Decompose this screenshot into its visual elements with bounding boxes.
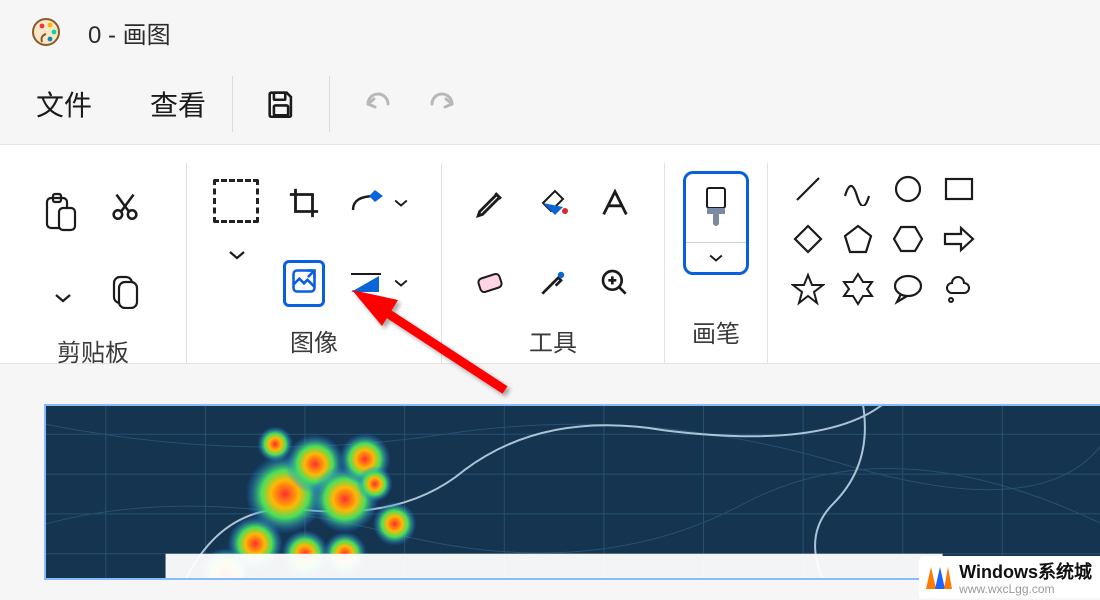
shape-hexagon[interactable] — [886, 217, 930, 261]
resize-button[interactable] — [273, 252, 335, 314]
crop-button[interactable] — [273, 172, 335, 234]
group-shapes — [768, 163, 980, 363]
text-tool[interactable] — [584, 172, 646, 234]
title-bar: 0 - 画图 — [0, 0, 1100, 64]
group-tools-label: 工具 — [529, 323, 577, 358]
shape-callout-cloud[interactable] — [936, 267, 980, 311]
brush-dropdown[interactable] — [683, 171, 749, 275]
color-picker-tool[interactable] — [522, 252, 584, 314]
shape-rect[interactable] — [936, 167, 980, 211]
undo-button[interactable] — [346, 72, 410, 136]
watermark-title: Windows系统城 — [959, 558, 1092, 584]
group-tools: 工具 — [442, 163, 665, 363]
redo-button[interactable] — [410, 72, 474, 136]
flip-dropdown[interactable] — [393, 278, 409, 288]
group-brush-label: 画笔 — [692, 314, 740, 349]
brush-chevron[interactable] — [686, 242, 746, 272]
separator — [329, 76, 330, 132]
group-image: 图像 — [187, 163, 442, 363]
shape-pentagon[interactable] — [836, 217, 880, 261]
group-brush: 画笔 — [665, 163, 768, 363]
select-rect-icon — [213, 179, 259, 223]
shape-star5[interactable] — [786, 267, 830, 311]
shape-diamond[interactable] — [786, 217, 830, 261]
ribbon: 剪贴板 — [0, 144, 1100, 364]
paint-app-icon — [30, 16, 62, 48]
shape-line[interactable] — [786, 167, 830, 211]
magnifier-tool[interactable] — [584, 252, 646, 314]
shape-star6[interactable] — [836, 267, 880, 311]
shape-right-arrow[interactable] — [936, 217, 980, 261]
watermark: Windows系统城 www.wxcLgg.com — [919, 556, 1100, 598]
menu-view[interactable]: 查看 — [140, 76, 216, 132]
group-image-label: 图像 — [290, 323, 338, 358]
watermark-logo-icon — [923, 563, 953, 591]
paste-dropdown[interactable] — [32, 282, 94, 314]
group-clipboard: 剪贴板 — [0, 163, 187, 363]
canvas-image — [46, 406, 1100, 578]
separator — [232, 76, 233, 132]
rotate-dropdown[interactable] — [393, 198, 409, 208]
canvas[interactable] — [44, 404, 1100, 580]
shapes-grid[interactable] — [786, 163, 980, 311]
eraser-tool[interactable] — [460, 252, 522, 314]
select-dropdown[interactable] — [228, 249, 246, 261]
watermark-sub: www.wxcLgg.com — [959, 582, 1092, 596]
pencil-tool[interactable] — [460, 172, 522, 234]
rotate-button[interactable] — [335, 172, 423, 234]
group-clipboard-label: 剪贴板 — [57, 333, 129, 368]
shape-oval[interactable] — [886, 167, 930, 211]
menu-bar: 文件 查看 — [0, 64, 1100, 144]
shape-callout-round[interactable] — [886, 267, 930, 311]
resize-icon — [283, 260, 325, 307]
cut-button[interactable] — [94, 175, 156, 237]
shape-curve[interactable] — [836, 167, 880, 211]
select-tool[interactable] — [205, 163, 267, 261]
menu-file[interactable]: 文件 — [26, 76, 102, 132]
fill-tool[interactable] — [522, 172, 584, 234]
flip-button[interactable] — [335, 252, 423, 314]
brush-icon — [701, 174, 731, 242]
copy-button[interactable] — [94, 260, 156, 322]
paste-button[interactable] — [30, 182, 92, 244]
save-button[interactable] — [249, 72, 313, 136]
window-title: 0 - 画图 — [88, 15, 171, 50]
